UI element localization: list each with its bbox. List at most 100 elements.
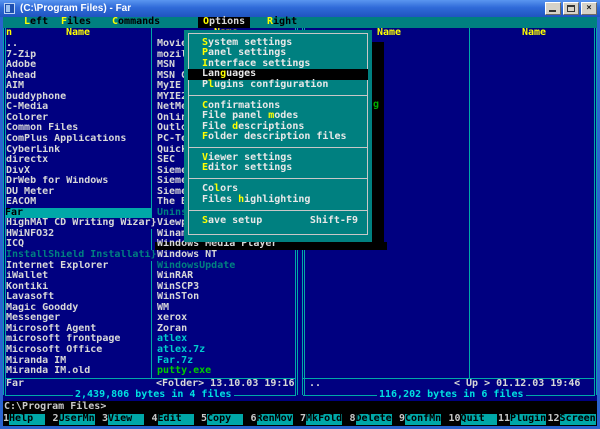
file-item[interactable]: WinRAR xyxy=(157,271,295,282)
file-item[interactable]: Windows NT xyxy=(157,250,295,261)
file-item[interactable]: WindowsUpdate xyxy=(157,261,295,272)
fkey-4-edit[interactable]: 4Edit xyxy=(152,414,202,425)
file-item[interactable]: EACOM xyxy=(6,197,154,208)
minimize-icon xyxy=(549,10,556,12)
menu-separator xyxy=(188,210,368,211)
menu-item-folder-description-files[interactable]: Folder description files xyxy=(188,132,368,142)
left-panel-status-filename: Far xyxy=(6,379,24,390)
file-item[interactable]: DU Meter xyxy=(6,187,154,198)
file-item[interactable]: putty.exe xyxy=(157,366,295,377)
file-item[interactable]: Common Files xyxy=(6,123,154,134)
left-panel-col1-header: Name xyxy=(66,28,90,39)
fkey-label: View xyxy=(108,414,144,425)
file-item[interactable]: directx xyxy=(6,155,154,166)
menubar-item-right[interactable]: Right xyxy=(267,17,297,28)
menu-separator xyxy=(188,147,368,148)
right-panel-col2-header: Name xyxy=(522,28,546,39)
file-item[interactable]: atlex xyxy=(157,334,295,345)
maximize-icon xyxy=(567,5,575,12)
menu-item-shortcut: Shift-F9 xyxy=(310,216,358,227)
menu-item-files-highlighting[interactable]: Files highlighting xyxy=(188,195,368,205)
fkey-label: Screen xyxy=(560,414,596,425)
menu-item-plugins-configuration[interactable]: Plugins configuration xyxy=(188,80,368,90)
file-item[interactable]: HighMAT CD Writing Wizar} xyxy=(6,218,160,229)
fkey-3-view[interactable]: 3View xyxy=(102,414,152,425)
command-line[interactable]: C:\Program Files> xyxy=(4,402,106,413)
fkey-12-screen[interactable]: 12Screen xyxy=(548,414,598,425)
fkey-number: 10 xyxy=(449,414,461,425)
fkey-label: MkFold xyxy=(306,414,342,425)
menubar-item-left[interactable]: Left xyxy=(24,17,48,28)
file-item[interactable]: C-Media xyxy=(6,102,154,113)
file-item[interactable]: atlex.7z xyxy=(157,345,295,356)
file-item[interactable]: InstallShield Installati} xyxy=(6,250,160,261)
fkey-label: Plugin xyxy=(510,414,546,425)
top-menu-bar: LeftFilesCommandsOptionsRight xyxy=(3,17,597,28)
file-item[interactable]: AIM xyxy=(6,81,154,92)
fkey-label: Delete xyxy=(356,414,392,425)
close-button[interactable]: × xyxy=(581,2,597,15)
menu-item-editor-settings[interactable]: Editor settings xyxy=(188,163,368,173)
file-item[interactable]: WinSTon xyxy=(157,292,295,303)
close-icon: × xyxy=(586,3,591,13)
menubar-item-commands[interactable]: Commands xyxy=(112,17,160,28)
minimize-button[interactable] xyxy=(545,2,561,15)
fkey-2-usermn[interactable]: 2UserMn xyxy=(53,414,103,425)
right-panel-filename-fragment: g xyxy=(373,100,379,111)
right-panel-col1-header: Name xyxy=(377,28,401,39)
right-panel-totals: 116,202 bytes in 6 files xyxy=(377,390,526,401)
file-item[interactable]: Magic Gooddy xyxy=(6,303,154,314)
fkey-label: RenMov xyxy=(257,414,293,425)
menu-separator xyxy=(188,178,368,179)
fkey-label: UserMn xyxy=(59,414,95,425)
file-item[interactable]: Internet Explorer xyxy=(6,261,154,272)
file-item[interactable]: Colorer xyxy=(6,113,154,124)
file-item[interactable]: DivX xyxy=(6,166,154,177)
file-item[interactable]: Adobe xyxy=(6,60,154,71)
file-item[interactable]: Microsoft Agent xyxy=(6,324,154,335)
window-title: (C:\Program Files) - Far xyxy=(20,3,131,14)
fkey-8-delete[interactable]: 8Delete xyxy=(350,414,400,425)
fkey-10-quit[interactable]: 10Quit xyxy=(449,414,499,425)
file-item[interactable]: xerox xyxy=(157,313,295,324)
menu-separator xyxy=(188,95,368,96)
function-key-bar: 1Help2UserMn3View4Edit5Copy6RenMov7MkFol… xyxy=(3,414,597,427)
fkey-9-confmn[interactable]: 9ConfMn xyxy=(399,414,449,425)
file-item[interactable]: ComPlus Applications xyxy=(6,134,154,145)
maximize-button[interactable] xyxy=(563,2,579,15)
file-item[interactable]: Far xyxy=(5,208,151,219)
file-item[interactable]: microsoft frontpage xyxy=(6,334,154,345)
options-dropdown-menu: System settingsPanel settingsInterface s… xyxy=(184,30,372,242)
right-panel-border xyxy=(596,28,597,395)
file-item[interactable]: iWallet xyxy=(6,271,154,282)
file-item[interactable]: Microsoft Office xyxy=(6,345,154,356)
left-panel-status-details: <Folder> 13.10.03 19:16 xyxy=(156,379,294,390)
file-item[interactable]: Miranda IM.old xyxy=(6,366,154,377)
file-item[interactable]: Zoran xyxy=(157,324,295,335)
fkey-7-mkfold[interactable]: 7MkFold xyxy=(300,414,350,425)
window-controls: × xyxy=(543,2,597,15)
file-item[interactable]: CyberLink xyxy=(6,145,154,156)
fkey-label: Quit xyxy=(461,414,497,425)
file-item[interactable]: Ahead xyxy=(6,71,154,82)
file-item[interactable]: buddyphone xyxy=(6,92,154,103)
console-area: LeftFilesCommandsOptionsRight n Name Nam… xyxy=(3,17,597,426)
file-item[interactable]: HWiNFO32 xyxy=(6,229,154,240)
file-item[interactable]: ICQ xyxy=(6,239,154,250)
file-item[interactable]: WinSCP3 xyxy=(157,282,295,293)
file-item[interactable]: .. xyxy=(6,39,154,50)
file-item[interactable]: Miranda IM xyxy=(6,356,154,367)
file-item[interactable]: WM xyxy=(157,303,295,314)
menu-item-save-setup[interactable]: Save setupShift-F9 xyxy=(188,216,368,226)
file-item[interactable]: Messenger xyxy=(6,313,154,324)
fkey-1-help[interactable]: 1Help xyxy=(3,414,53,425)
file-item[interactable]: Lavasoft xyxy=(6,292,154,303)
fkey-6-renmov[interactable]: 6RenMov xyxy=(251,414,301,425)
file-item[interactable]: Far.7z xyxy=(157,356,295,367)
left-panel-border xyxy=(3,28,4,395)
file-item[interactable]: 7-Zip xyxy=(6,50,154,61)
fkey-11-plugin[interactable]: 11Plugin xyxy=(498,414,548,425)
file-item[interactable]: DrWeb for Windows xyxy=(6,176,154,187)
file-item[interactable]: Kontiki xyxy=(6,282,154,293)
fkey-5-copy[interactable]: 5Copy xyxy=(201,414,251,425)
